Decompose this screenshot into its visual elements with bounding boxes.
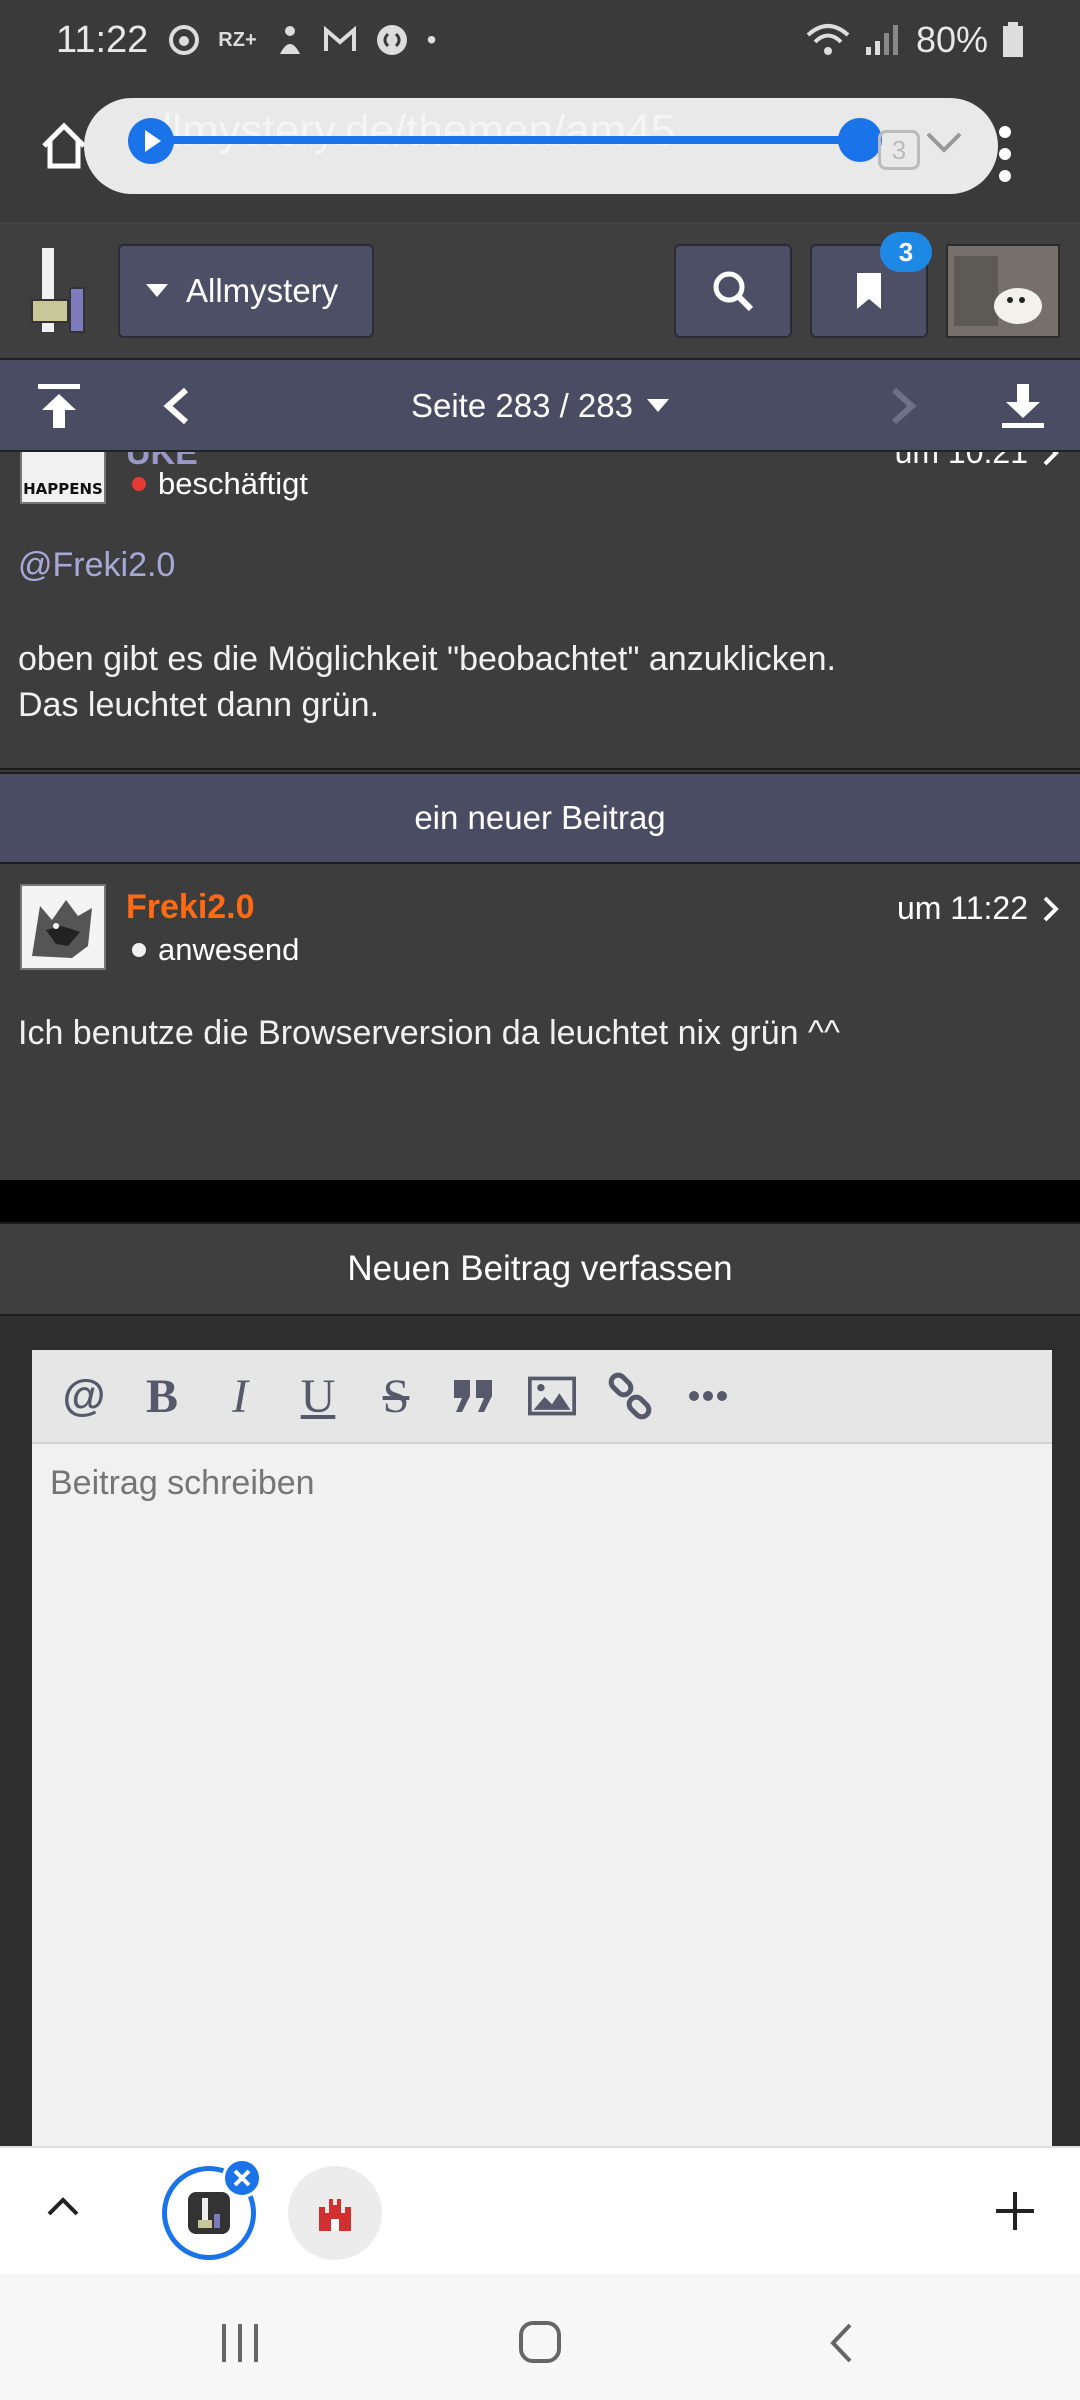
page-selector[interactable]: Seite 283 / 283 (0, 360, 1080, 452)
status-time: 11:22 (56, 18, 149, 61)
more-menu-icon[interactable] (996, 124, 1014, 184)
post-time-label: um 11:22 (896, 890, 1028, 926)
search-button[interactable] (674, 244, 792, 338)
post-author[interactable]: Freki2.0 (126, 888, 255, 927)
battery-percent: 80% (915, 19, 988, 60)
browser-toolbar: allmystery.de/themen/am45 3 (0, 80, 1080, 222)
post-uke: HAPPENS UKE um 10:21 beschäftigt @Freki2… (0, 452, 1080, 770)
new-post-notice-text: ein neuer Beitrag (414, 799, 666, 836)
allmystery-logo[interactable] (26, 244, 90, 338)
site-menu-label: Allmystery (186, 272, 339, 309)
link-icon[interactable] (606, 1372, 654, 1420)
notification-icons: RZ+ • (168, 23, 436, 57)
figure-icon (279, 26, 300, 54)
online-status: beschäftigt (132, 466, 308, 502)
post-body-line: Ich benutze die Browserversion da leucht… (18, 1014, 840, 1052)
wifi-icon (806, 24, 850, 55)
play-icon[interactable] (128, 118, 174, 164)
status-text: anwesend (158, 932, 300, 967)
allmystery-favicon-icon (188, 2192, 230, 2234)
tab-strip (0, 2146, 1080, 2274)
back-icon[interactable] (828, 2322, 854, 2364)
site-header: Allmystery 3 (0, 222, 1080, 360)
bookmark-badge-count: 3 (898, 236, 914, 267)
recent-apps-icon[interactable] (218, 2322, 262, 2364)
site-menu-button[interactable]: Allmystery (118, 244, 374, 338)
signal-icon (865, 25, 898, 55)
post-time[interactable]: um 11:22 (897, 890, 1060, 927)
load-progress (148, 136, 858, 144)
status-bar: 11:22 RZ+ • 80% (0, 0, 1080, 80)
online-status: anwesend (132, 932, 299, 968)
tab-count-button[interactable]: 3 (878, 130, 920, 170)
caret-down-icon (146, 284, 168, 297)
chevron-up-icon[interactable] (46, 2194, 80, 2218)
quote-icon[interactable] (450, 1372, 498, 1420)
bookmark-icon (857, 273, 881, 309)
mention-icon[interactable]: @ (60, 1371, 108, 1420)
chevron-right-icon (1043, 896, 1059, 921)
system-navigation (0, 2274, 1080, 2400)
page-navigation: Seite 283 / 283 (0, 360, 1080, 452)
rz-icon: RZ+ (218, 28, 257, 51)
post-body-line: Das leuchtet dann grün. (18, 686, 380, 724)
scroll-bottom-icon[interactable] (1000, 382, 1046, 430)
mention-link[interactable]: @Freki2.0 (18, 542, 175, 588)
status-dot-busy-icon (132, 477, 146, 491)
caret-down-icon (647, 399, 669, 412)
next-page-icon[interactable] (890, 386, 918, 426)
dot-icon: • (426, 24, 437, 55)
section-divider (0, 1180, 1080, 1222)
close-tab-icon[interactable] (222, 2158, 262, 2198)
page-label: Seite 283 / 283 (410, 387, 633, 424)
chevron-down-icon[interactable] (924, 128, 964, 158)
search-icon (713, 271, 754, 312)
user-avatar[interactable] (946, 244, 1060, 338)
more-options-icon[interactable] (684, 1372, 732, 1420)
bold-icon[interactable]: B (138, 1370, 186, 1423)
compose-title: Neuen Beitrag verfassen (0, 1222, 1080, 1316)
new-tab-icon[interactable] (994, 2190, 1036, 2232)
home-button-icon[interactable] (518, 2320, 562, 2364)
status-dot-online-icon (132, 943, 146, 957)
underline-icon[interactable]: U (294, 1370, 342, 1423)
bookmark-badge: 3 (880, 232, 932, 272)
new-post-notice[interactable]: ein neuer Beitrag (0, 772, 1080, 864)
whatsapp-icon (169, 25, 200, 55)
gmail-icon (323, 26, 356, 51)
compose-title-text: Neuen Beitrag verfassen (347, 1249, 733, 1288)
post-body-line: oben gibt es die Möglichkeit "beobachtet… (18, 640, 836, 678)
avatar-text: HAPPENS (23, 480, 103, 498)
castle-icon (319, 2199, 351, 2231)
chevron-right-icon (1043, 452, 1059, 465)
battery-icon (1003, 22, 1023, 57)
home-icon[interactable] (38, 120, 90, 172)
tab-hamburg[interactable] (288, 2166, 382, 2260)
post-time-label: um 10:21 (894, 452, 1028, 470)
status-text: beschäftigt (158, 466, 308, 501)
url-text[interactable]: allmystery.de/themen/am45 (138, 106, 788, 156)
post-time[interactable]: um 10:21 (895, 452, 1060, 471)
shazam-icon (376, 25, 407, 55)
avatar[interactable] (20, 884, 106, 970)
post-freki: Freki2.0 um 11:22 anwesend Ich benutze d… (0, 864, 1080, 1180)
avatar[interactable]: HAPPENS (20, 452, 106, 504)
image-icon[interactable] (528, 1372, 576, 1420)
italic-icon[interactable]: I (216, 1370, 264, 1423)
strikethrough-icon[interactable]: S (372, 1370, 420, 1423)
editor-toolbar: @ B I U S (32, 1350, 1052, 1444)
tab-count: 3 (891, 134, 907, 165)
progress-knob-icon (838, 118, 882, 162)
